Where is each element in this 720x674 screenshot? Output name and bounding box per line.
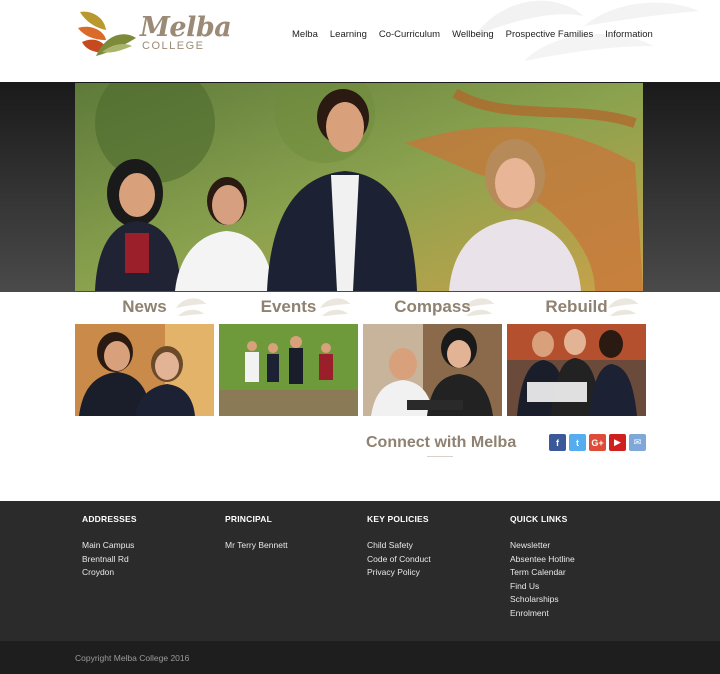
logo-leaf-icon — [78, 11, 136, 56]
tile-compass-label: Compass — [394, 297, 471, 316]
twitter-icon[interactable]: t — [569, 434, 586, 451]
nav-item-melba[interactable]: Melba — [286, 29, 324, 40]
tile-news-image — [75, 324, 214, 416]
footer-principal: PRINCIPAL Mr Terry Bennett — [225, 514, 365, 553]
footer-link[interactable]: Find Us — [510, 580, 650, 594]
footer-link[interactable]: Enrolment — [510, 607, 650, 621]
tile-rebuild-header: Rebuild — [507, 292, 646, 324]
site-footer: ADDRESSES Main Campus Brentnall Rd Croyd… — [0, 501, 720, 641]
google-plus-icon[interactable]: G+ — [589, 434, 606, 451]
tile-rebuild-image — [507, 324, 646, 416]
connect-heading: Connect with Melba — [366, 434, 517, 451]
melba-logo[interactable]: Melba COLLEGE — [76, 8, 232, 60]
tile-news[interactable]: News — [75, 292, 214, 416]
tile-news-header: News — [75, 292, 214, 324]
copyright-text: Copyright Melba College 2016 — [75, 653, 190, 663]
footer-link[interactable]: Croydon — [82, 566, 222, 580]
tile-events-header: Events — [219, 292, 358, 324]
hero-image — [75, 83, 643, 291]
tile-rebuild[interactable]: Rebuild — [507, 292, 646, 416]
footer-key-policies: KEY POLICIES Child Safety Code of Conduc… — [367, 514, 507, 580]
leaf-icon — [320, 298, 350, 316]
tile-news-label: News — [122, 297, 167, 316]
footer-quick-links-title: QUICK LINKS — [510, 514, 568, 524]
footer-link[interactable]: Child Safety — [367, 539, 507, 553]
main-nav: Melba Learning Co-Curriculum Wellbeing P… — [286, 29, 659, 40]
connect-divider — [427, 456, 453, 457]
footer-quick-links: QUICK LINKS Newsletter Absentee Hotline … — [510, 514, 650, 620]
tile-rebuild-label: Rebuild — [545, 297, 608, 316]
footer-link[interactable]: Absentee Hotline — [510, 553, 650, 567]
footer-link[interactable]: Code of Conduct — [367, 553, 507, 567]
nav-item-wellbeing[interactable]: Wellbeing — [446, 29, 500, 40]
footer-link[interactable]: Brentnall Rd — [82, 553, 222, 567]
social-links: f t G+ ▶ ✉ — [549, 434, 646, 451]
footer-link[interactable]: Mr Terry Bennett — [225, 539, 365, 553]
footer-link[interactable]: Scholarships — [510, 593, 650, 607]
nav-item-prospective-families[interactable]: Prospective Families — [500, 29, 600, 40]
tile-compass-header: Compass — [363, 292, 502, 324]
tile-compass[interactable]: Compass — [363, 292, 502, 416]
facebook-icon[interactable]: f — [549, 434, 566, 451]
footer-link[interactable]: Newsletter — [510, 539, 650, 553]
logo-subtitle: COLLEGE — [142, 40, 205, 52]
feature-tiles: News Events Compass Rebuild — [75, 292, 646, 422]
footer-bottom-bar: Copyright Melba College 2016 — [0, 641, 720, 674]
nav-item-information[interactable]: Information — [599, 29, 659, 40]
footer-link[interactable]: Privacy Policy — [367, 566, 507, 580]
leaf-icon — [608, 298, 638, 316]
footer-addresses: ADDRESSES Main Campus Brentnall Rd Croyd… — [82, 514, 222, 580]
email-icon[interactable]: ✉ — [629, 434, 646, 451]
tile-events-label: Events — [260, 297, 317, 316]
footer-key-policies-title: KEY POLICIES — [367, 514, 429, 524]
footer-principal-title: PRINCIPAL — [225, 514, 272, 524]
leaf-icon — [176, 298, 206, 316]
site-header: Melba COLLEGE Melba Learning Co-Curricul… — [0, 0, 720, 82]
youtube-icon[interactable]: ▶ — [609, 434, 626, 451]
tile-events[interactable]: Events — [219, 292, 358, 416]
nav-item-co-curriculum[interactable]: Co-Curriculum — [373, 29, 446, 40]
tile-compass-image — [363, 324, 502, 416]
footer-addresses-title: ADDRESSES — [82, 514, 137, 524]
nav-item-learning[interactable]: Learning — [324, 29, 373, 40]
footer-link[interactable]: Term Calendar — [510, 566, 650, 580]
footer-link[interactable]: Main Campus — [82, 539, 222, 553]
tile-events-image — [219, 324, 358, 416]
logo-name: Melba — [140, 12, 232, 43]
